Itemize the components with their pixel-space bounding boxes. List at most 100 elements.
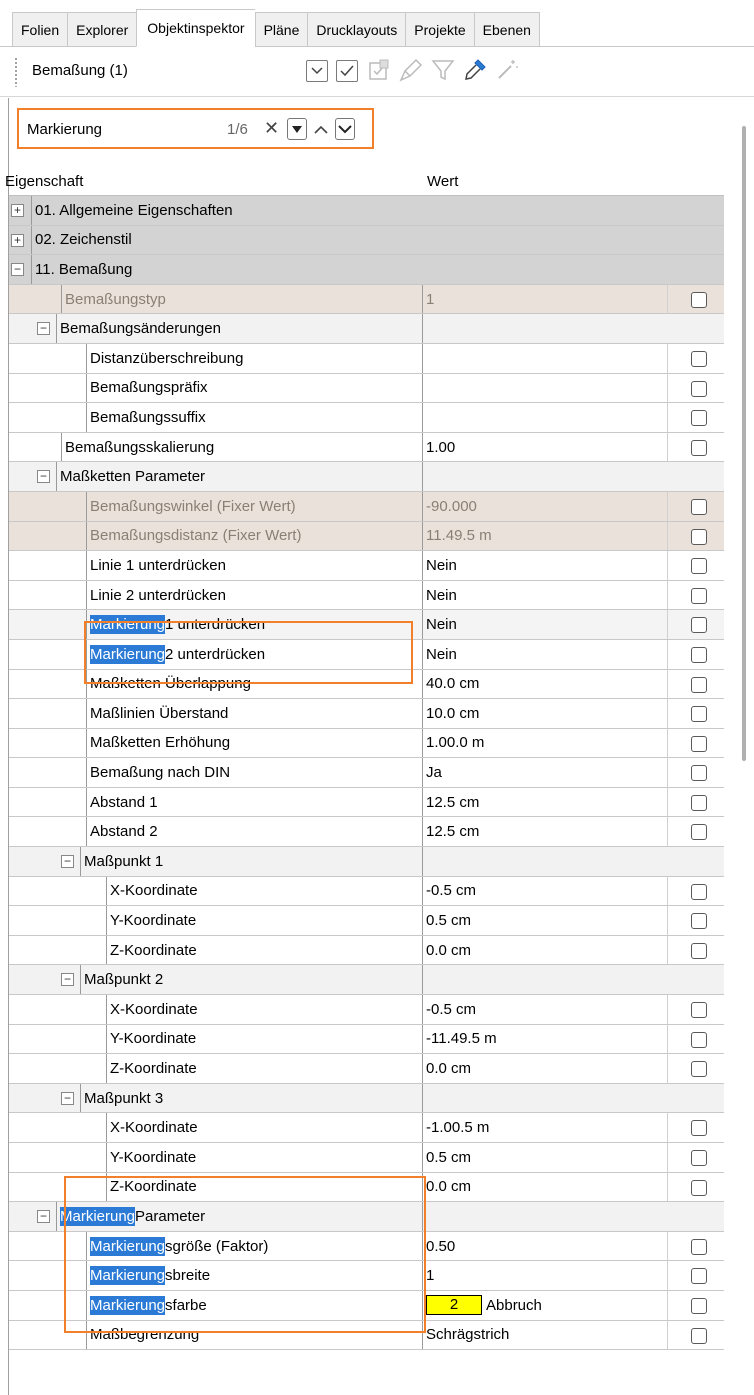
collapse-icon[interactable]: − (37, 322, 50, 336)
property-value[interactable]: -0.5 cm (422, 995, 476, 1024)
property-checkbox[interactable] (691, 913, 707, 930)
property-checkbox[interactable] (691, 1002, 707, 1019)
property-value[interactable]: 0.50 (422, 1231, 455, 1261)
property-value[interactable]: Nein (422, 551, 457, 580)
property-value[interactable]: 1.00.0 m (422, 728, 484, 758)
property-value[interactable]: Nein (422, 580, 457, 610)
property-value[interactable] (422, 373, 426, 403)
wand-icon[interactable] (494, 57, 520, 83)
collapse-icon[interactable]: − (11, 263, 24, 277)
tab-objektinspektor[interactable]: Objektinspektor (136, 9, 255, 47)
property-checkbox[interactable] (691, 380, 707, 397)
property-row[interactable]: Abstand 1 12.5 cm (9, 787, 724, 818)
tab-ebenen[interactable]: Ebenen (473, 12, 540, 47)
property-row[interactable]: Bemaßungsdistanz (Fixer Wert) 11.49.5 m (9, 521, 724, 552)
group-row[interactable]: − Markierung Parameter (9, 1202, 724, 1232)
color-swatch[interactable]: 2 (426, 1295, 482, 1316)
property-value[interactable]: -1.00.5 m (422, 1113, 489, 1142)
tab-drucklayouts[interactable]: Drucklayouts (307, 12, 406, 47)
property-checkbox[interactable] (691, 765, 707, 782)
property-row[interactable]: X-Koordinate -1.00.5 m (9, 1113, 724, 1143)
search-input[interactable]: Markierung (27, 121, 102, 138)
expand-icon[interactable]: + (11, 233, 24, 247)
collapse-icon[interactable]: − (37, 1210, 50, 1224)
property-value[interactable]: 40.0 cm (422, 669, 479, 699)
property-checkbox[interactable] (691, 1238, 707, 1255)
group-row[interactable]: − Maßpunkt 1 (9, 847, 724, 877)
property-checkbox[interactable] (691, 1268, 707, 1285)
tab-pläne[interactable]: Pläne (254, 12, 308, 47)
property-checkbox[interactable] (691, 1061, 707, 1078)
property-checkbox[interactable] (691, 410, 707, 427)
property-value[interactable]: 12.5 cm (422, 817, 479, 847)
property-checkbox[interactable] (691, 1150, 707, 1166)
property-value[interactable]: Nein (422, 610, 457, 639)
group-row[interactable]: − Maßpunkt 3 (9, 1083, 724, 1114)
chevron-down-icon[interactable] (306, 60, 328, 82)
search-field[interactable]: Markierung 1/6 ✕ (17, 108, 374, 149)
tab-folien[interactable]: Folien (12, 12, 68, 47)
property-row[interactable]: Y-Koordinate 0.5 cm (9, 1143, 724, 1173)
property-checkbox[interactable] (691, 794, 707, 811)
property-value[interactable]: 12.5 cm (422, 787, 479, 817)
property-row[interactable]: Linie 1 unterdrücken Nein (9, 551, 724, 581)
property-row[interactable]: Markierung sfarbe 2 Abbruch (9, 1290, 724, 1321)
tab-explorer[interactable]: Explorer (67, 12, 137, 47)
property-checkbox[interactable] (691, 587, 707, 604)
eyedropper-icon[interactable] (462, 57, 488, 83)
tab-projekte[interactable]: Projekte (405, 12, 474, 47)
property-value[interactable]: 10.0 cm (422, 699, 479, 728)
clear-search-icon[interactable]: ✕ (264, 118, 279, 139)
property-row[interactable]: Bemaßungswinkel (Fixer Wert) -90.000 (9, 491, 724, 522)
property-row[interactable]: Bemaßung nach DIN Ja (9, 758, 724, 788)
property-checkbox[interactable] (691, 824, 707, 841)
property-checkbox[interactable] (691, 1327, 707, 1344)
column-header-value[interactable]: Wert (427, 173, 458, 190)
property-checkbox[interactable] (691, 1179, 707, 1196)
property-value[interactable]: 0.5 cm (422, 906, 471, 935)
property-value[interactable]: Nein (422, 639, 457, 669)
collapse-icon[interactable]: − (61, 855, 74, 869)
collapse-icon[interactable]: − (37, 470, 50, 484)
toolbar-grip[interactable] (14, 57, 18, 87)
property-value[interactable]: -0.5 cm (422, 876, 476, 906)
property-value[interactable]: 1 (422, 284, 434, 314)
property-value[interactable]: -11.49.5 m (422, 1024, 497, 1054)
property-checkbox[interactable] (691, 942, 707, 959)
group-row[interactable]: − Maßpunkt 2 (9, 965, 724, 996)
property-checkbox[interactable] (691, 646, 707, 663)
vertical-scrollbar[interactable] (742, 126, 746, 761)
property-value[interactable]: 11.49.5 m (422, 521, 492, 551)
category-row[interactable]: +01. Allgemeine Eigenschaften (9, 196, 724, 226)
property-row[interactable]: Markierung sbreite 1 (9, 1261, 724, 1291)
property-row[interactable]: Bemaßungsskalierung 1.00 (9, 432, 724, 463)
property-checkbox[interactable] (691, 558, 707, 575)
property-checkbox[interactable] (691, 498, 707, 515)
property-row[interactable]: Bemaßungssuffix (9, 403, 724, 433)
previous-match-icon[interactable] (311, 118, 331, 140)
expand-icon[interactable]: + (11, 204, 24, 217)
property-value[interactable]: 1.00 (422, 432, 455, 462)
property-row[interactable]: Bemaßungstyp 1 (9, 284, 724, 315)
property-checkbox[interactable] (691, 350, 707, 367)
property-row[interactable]: Maßbegrenzung Schrägstrich (9, 1320, 724, 1351)
property-row[interactable]: Z-Koordinate 0.0 cm (9, 1172, 724, 1203)
property-row[interactable]: Maßketten Erhöhung 1.00.0 m (9, 728, 724, 759)
property-checkbox[interactable] (691, 676, 707, 693)
checkmark-icon[interactable] (336, 60, 358, 82)
property-row[interactable]: Markierung sgröße (Faktor) 0.50 (9, 1231, 724, 1262)
column-header-property[interactable]: Eigenschaft (5, 173, 83, 190)
brush-icon[interactable] (398, 57, 424, 83)
property-value[interactable]: Ja (422, 758, 442, 787)
property-checkbox[interactable] (691, 883, 707, 900)
property-value[interactable]: 0.0 cm (422, 1172, 471, 1202)
property-checkbox[interactable] (691, 1297, 707, 1314)
property-value[interactable]: 0.0 cm (422, 935, 471, 965)
category-row[interactable]: +02. Zeichenstil (9, 225, 724, 256)
property-value[interactable]: 0.0 cm (422, 1054, 471, 1083)
property-checkbox[interactable] (691, 617, 707, 634)
property-checkbox[interactable] (691, 439, 707, 456)
property-row[interactable]: Markierung 1 unterdrücken Nein (9, 610, 724, 640)
collapse-icon[interactable]: − (61, 1091, 74, 1105)
property-row[interactable]: Abstand 2 12.5 cm (9, 817, 724, 848)
